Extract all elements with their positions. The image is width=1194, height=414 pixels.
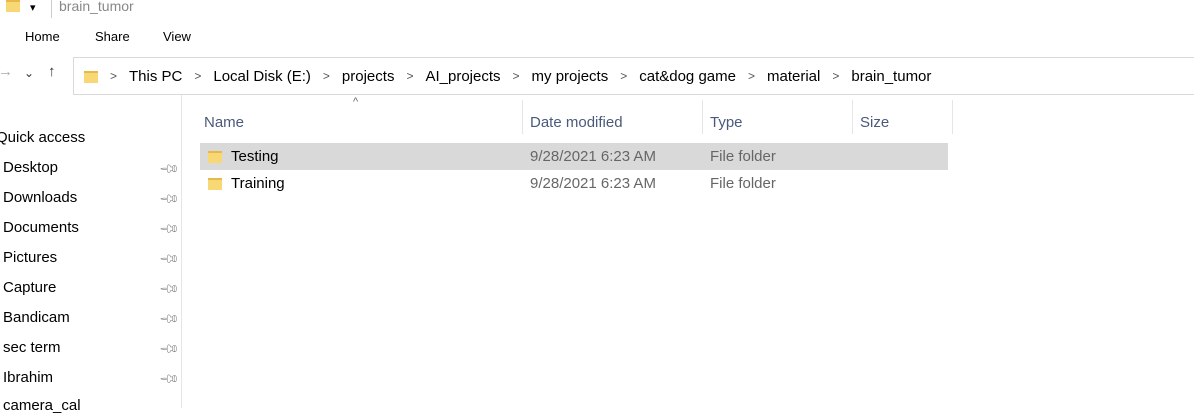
- crumb-material[interactable]: material: [767, 68, 820, 85]
- file-date: 9/28/2021 6:23 AM: [530, 148, 656, 165]
- title-bar: ▾ brain_tumor: [0, 0, 1194, 20]
- nav-item-pictures[interactable]: Pictures: [3, 249, 57, 266]
- column-divider[interactable]: [952, 100, 953, 134]
- pin-icon: 📌︎: [158, 277, 181, 300]
- chevron-right-icon: >: [110, 69, 118, 83]
- tab-home[interactable]: Home: [25, 29, 60, 44]
- column-header-date[interactable]: Date modified: [530, 114, 623, 131]
- chevron-right-icon: >: [322, 69, 330, 83]
- nav-item-desktop[interactable]: Desktop: [3, 159, 58, 176]
- nav-item-ibrahim[interactable]: Ibrahim: [3, 369, 53, 386]
- breadcrumb: > This PC > Local Disk (E:) > projects >…: [84, 58, 931, 94]
- column-divider[interactable]: [522, 100, 523, 134]
- file-row-testing[interactable]: Testing 9/28/2021 6:23 AM File folder: [200, 143, 948, 170]
- nav-item-sec-term[interactable]: sec term: [3, 339, 61, 356]
- crumb-my-projects[interactable]: my projects: [532, 68, 609, 85]
- back-arrow-icon[interactable]: →: [0, 63, 13, 80]
- address-bar[interactable]: > This PC > Local Disk (E:) > projects >…: [73, 57, 1194, 95]
- nav-item-capture[interactable]: Capture: [3, 279, 56, 296]
- pin-icon: 📌︎: [158, 187, 181, 210]
- tab-share[interactable]: Share: [95, 29, 130, 44]
- chevron-right-icon: >: [512, 69, 520, 83]
- chevron-right-icon: >: [620, 69, 628, 83]
- crumb-projects[interactable]: projects: [342, 68, 395, 85]
- chevron-right-icon: >: [406, 69, 414, 83]
- chevron-right-icon: >: [747, 69, 755, 83]
- title-divider: [51, 0, 52, 18]
- up-arrow-icon[interactable]: ↑: [48, 63, 56, 80]
- crumb-brain-tumor[interactable]: brain_tumor: [851, 68, 931, 85]
- address-row: → ⌄ ↑ > This PC > Local Disk (E:) > proj…: [0, 55, 1194, 95]
- crumb-local-disk[interactable]: Local Disk (E:): [213, 68, 311, 85]
- tab-view[interactable]: View: [163, 29, 191, 44]
- pin-icon: 📌︎: [158, 307, 181, 330]
- quick-access-header[interactable]: Quick access: [0, 129, 85, 146]
- crumb-ai-projects[interactable]: AI_projects: [425, 68, 500, 85]
- chevron-down-icon[interactable]: ⌄: [24, 66, 34, 80]
- file-type: File folder: [710, 175, 776, 192]
- folder-icon: [84, 71, 98, 83]
- column-header-name[interactable]: Name: [204, 114, 244, 131]
- dropdown-icon[interactable]: ▾: [30, 1, 36, 14]
- crumb-cat-dog-game[interactable]: cat&dog game: [639, 68, 736, 85]
- sort-up-icon: ^: [353, 96, 359, 108]
- nav-item-downloads[interactable]: Downloads: [3, 189, 77, 206]
- ribbon-tabs: Home Share View: [0, 20, 1194, 51]
- crumb-this-pc[interactable]: This PC: [129, 68, 182, 85]
- pin-icon: 📌︎: [158, 217, 181, 240]
- pin-icon: 📌︎: [158, 367, 181, 390]
- chevron-right-icon: >: [194, 69, 202, 83]
- file-row-training[interactable]: Training 9/28/2021 6:23 AM File folder: [200, 170, 948, 197]
- chevron-right-icon: >: [832, 69, 840, 83]
- pin-icon: 📌︎: [158, 157, 181, 180]
- folder-icon: [208, 151, 222, 163]
- folder-icon: [6, 0, 20, 12]
- file-name: Training: [231, 175, 285, 192]
- column-divider[interactable]: [702, 100, 703, 134]
- pin-icon: 📌︎: [158, 337, 181, 360]
- window-title: brain_tumor: [59, 0, 134, 14]
- folder-icon: [208, 178, 222, 190]
- nav-item-camera-cal[interactable]: camera_cal: [3, 397, 81, 414]
- column-header-type[interactable]: Type: [710, 114, 743, 131]
- pin-icon: 📌︎: [158, 247, 181, 270]
- column-header-size[interactable]: Size: [860, 114, 889, 131]
- file-name: Testing: [231, 148, 279, 165]
- navigation-pane: Quick access Desktop 📌︎ Downloads 📌︎ Doc…: [0, 95, 182, 414]
- file-type: File folder: [710, 148, 776, 165]
- nav-item-bandicam[interactable]: Bandicam: [3, 309, 70, 326]
- file-date: 9/28/2021 6:23 AM: [530, 175, 656, 192]
- nav-item-documents[interactable]: Documents: [3, 219, 79, 236]
- column-divider[interactable]: [852, 100, 853, 134]
